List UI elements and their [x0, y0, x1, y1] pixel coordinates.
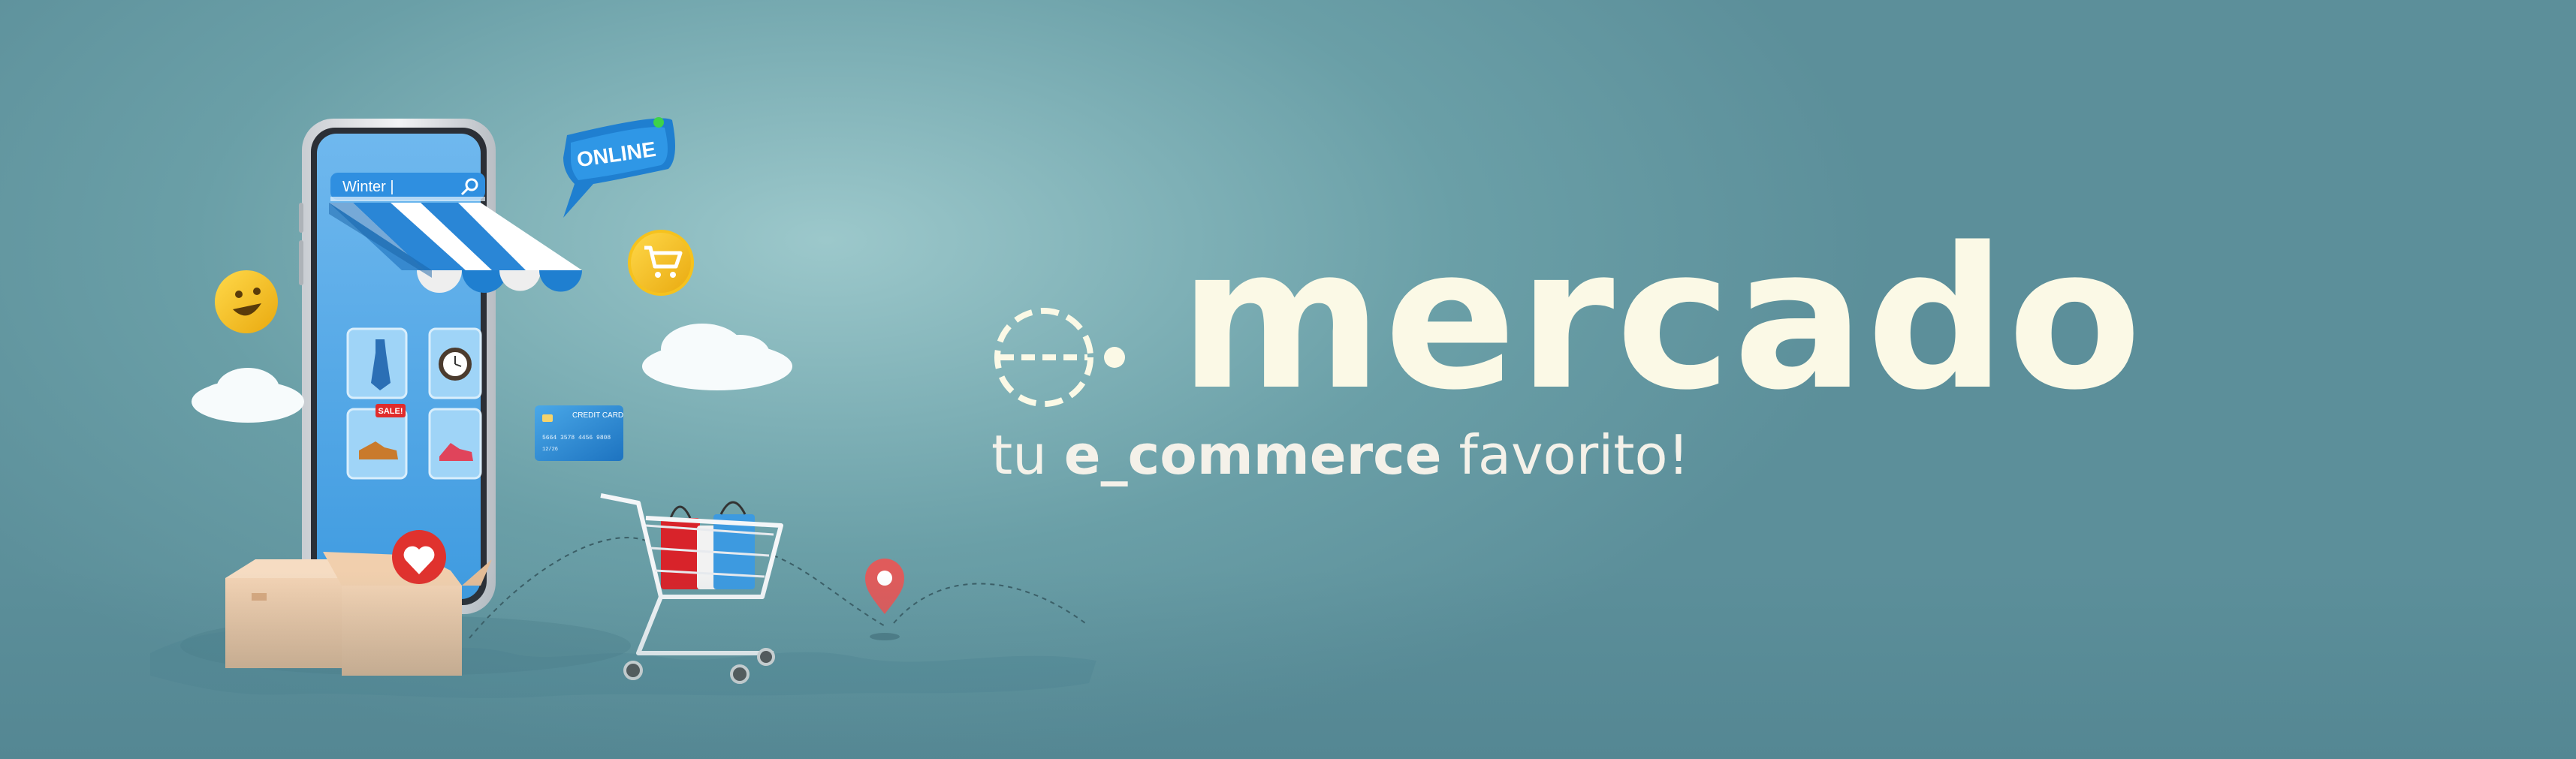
cloud-right	[642, 324, 792, 390]
search-input: Winter |	[342, 179, 394, 195]
box-right	[342, 586, 462, 676]
card-number: 5664 3578 4456 9808	[542, 435, 611, 441]
phone-side-button	[299, 203, 303, 233]
sale-badge: SALE!	[379, 407, 403, 416]
shopping-cart-icon	[628, 230, 694, 296]
awning-scallop-3	[499, 270, 541, 291]
online-status-dot	[653, 117, 664, 128]
delivery-boxes	[225, 552, 492, 676]
heart-icon	[403, 546, 435, 574]
cart-wheel-2	[730, 664, 750, 684]
hero-banner: SALE! Winter | ONLINE CREDIT CARD 5664 3…	[0, 0, 2576, 759]
brand-e-logo	[994, 308, 1093, 407]
world-map-silhouette	[150, 629, 1096, 698]
heart-badge	[392, 530, 446, 584]
card-expiry: 12/26	[542, 447, 558, 453]
box-left	[225, 578, 345, 668]
credit-card: CREDIT CARD 5664 3578 4456 9808 12/26	[535, 405, 623, 461]
cart-wheel-3	[757, 648, 775, 666]
smiley-icon	[215, 270, 278, 333]
tagline-suffix: favorito!	[1441, 423, 1690, 486]
product-tile-sneaker	[428, 408, 482, 480]
brand-tagline: tu e_commerce favorito!	[991, 428, 1689, 482]
route-line-right	[893, 583, 1086, 624]
card-label: CREDIT CARD	[572, 411, 623, 420]
tagline-highlight: e_commerce	[1063, 423, 1442, 486]
brand-separator-dot	[1104, 347, 1125, 368]
route-line-left	[469, 537, 647, 639]
online-chat-bubble: ONLINE	[563, 117, 675, 218]
location-pin-icon	[865, 559, 904, 640]
search-bar[interactable]: Winter |	[330, 173, 485, 201]
tagline-prefix: tu	[991, 423, 1064, 486]
card-chip	[542, 414, 553, 422]
phone-volume-button	[299, 240, 303, 285]
brand-block: mercado tu e_commerce favorito!	[991, 222, 2142, 511]
cloud-left	[192, 368, 304, 423]
phone-shadow	[180, 616, 631, 676]
brand-name: mercado	[1179, 206, 2143, 433]
cart-wheel-1	[623, 661, 643, 680]
shopping-cart	[600, 493, 783, 684]
awning-scallop-4	[539, 270, 582, 292]
